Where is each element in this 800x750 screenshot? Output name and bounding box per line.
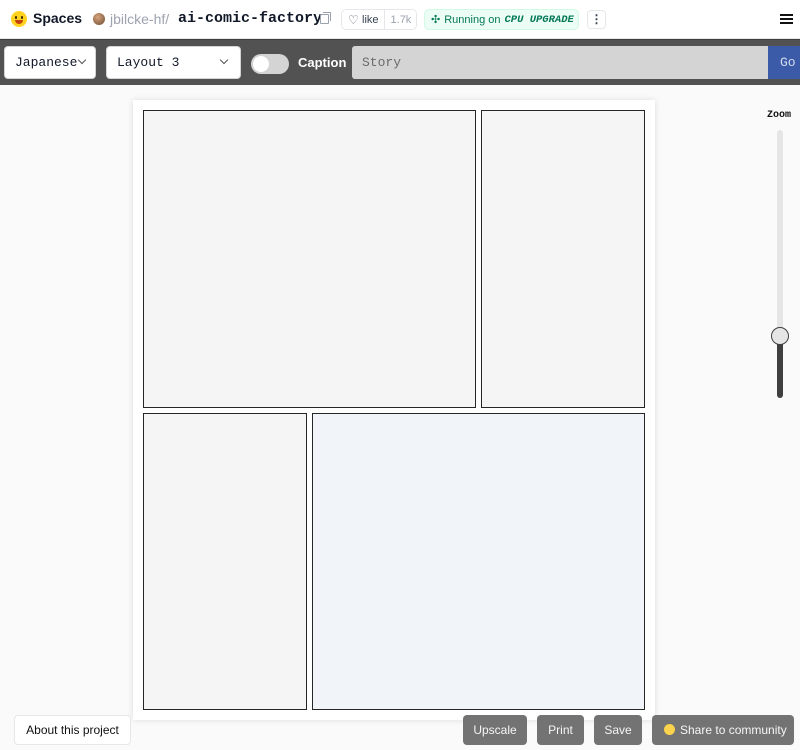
comic-panel-1[interactable] bbox=[143, 110, 476, 408]
language-select[interactable]: Japanese bbox=[4, 46, 96, 79]
spaces-header: Spaces jbilcke-hf/ ai-comic-factory ♡ li… bbox=[0, 0, 800, 39]
layout-select[interactable]: Layout 3 bbox=[106, 46, 241, 79]
caption-toggle[interactable] bbox=[251, 54, 289, 74]
chevron-down-icon bbox=[219, 55, 229, 65]
chevron-down-icon bbox=[77, 55, 87, 65]
about-project-button[interactable]: About this project bbox=[14, 715, 131, 745]
zoom-slider-track[interactable] bbox=[777, 130, 783, 398]
hardware-label: CPU UPGRADE bbox=[504, 13, 574, 26]
print-button[interactable]: Print bbox=[537, 715, 584, 745]
comic-panel-3[interactable] bbox=[143, 413, 307, 710]
zoom-label: Zoom bbox=[767, 110, 792, 121]
comic-toolbar: Japanese Layout 3 Caption Go bbox=[0, 39, 800, 85]
runtime-status-badge[interactable]: ✣ Running on CPU UPGRADE bbox=[424, 9, 579, 30]
toggle-knob bbox=[253, 56, 269, 72]
save-button[interactable]: Save bbox=[594, 715, 642, 745]
owner-link[interactable]: jbilcke-hf/ bbox=[110, 11, 169, 27]
layout-value: Layout 3 bbox=[117, 55, 180, 70]
like-label: like bbox=[362, 13, 379, 26]
caption-label[interactable]: Caption bbox=[298, 55, 346, 70]
owner-avatar[interactable] bbox=[93, 13, 105, 25]
comic-panel-2[interactable] bbox=[481, 110, 645, 408]
share-to-community-button[interactable]: Share to community bbox=[652, 715, 794, 745]
spaces-link[interactable]: Spaces bbox=[33, 10, 82, 26]
hugging-face-icon bbox=[664, 724, 675, 735]
like-button[interactable]: ♡ like 1.7k bbox=[341, 9, 417, 30]
language-value: Japanese bbox=[15, 55, 78, 70]
more-options-icon[interactable]: ⋮ bbox=[587, 10, 606, 29]
copy-icon[interactable] bbox=[320, 12, 331, 24]
upscale-button[interactable]: Upscale bbox=[463, 715, 527, 745]
comic-panel-4[interactable] bbox=[312, 413, 645, 710]
zoom-slider-fill bbox=[777, 336, 783, 398]
fan-icon: ✣ bbox=[431, 14, 441, 26]
hugging-face-logo-icon[interactable] bbox=[11, 11, 27, 27]
like-count[interactable]: 1.7k bbox=[383, 10, 416, 29]
space-name-link[interactable]: ai-comic-factory bbox=[178, 10, 322, 27]
status-prefix: Running on bbox=[444, 13, 501, 26]
go-button[interactable]: Go bbox=[768, 46, 800, 79]
comic-page bbox=[133, 100, 655, 720]
heart-icon: ♡ bbox=[348, 12, 359, 27]
share-label: Share to community bbox=[680, 723, 787, 737]
zoom-slider-thumb[interactable] bbox=[771, 327, 789, 345]
story-input[interactable] bbox=[352, 46, 768, 79]
menu-icon[interactable] bbox=[780, 14, 793, 24]
